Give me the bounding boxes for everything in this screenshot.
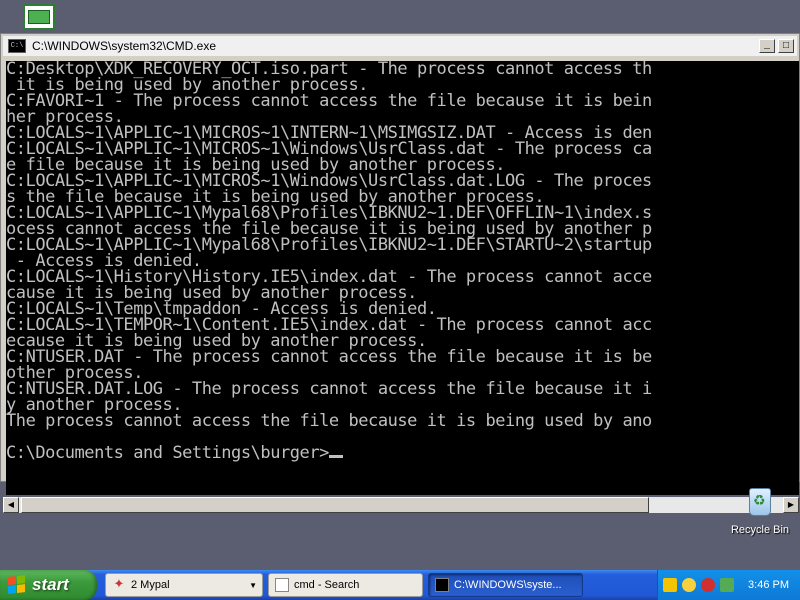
console-window[interactable]: C:\ C:\WINDOWS\system32\CMD.exe _ □ C:De…: [0, 33, 800, 513]
clock[interactable]: 3:46 PM: [748, 579, 789, 591]
shield-icon[interactable]: [663, 578, 677, 592]
cmd-system-icon[interactable]: C:\: [8, 39, 26, 53]
taskbar-item-cmd-window[interactable]: C:\WINDOWS\syste...: [428, 573, 583, 597]
scroll-thumb[interactable]: [21, 497, 649, 513]
window-title: C:\WINDOWS\system32\CMD.exe: [32, 39, 217, 53]
taskbar-item-label: 2 Mypal: [131, 579, 170, 591]
console-line: C:\Documents and Settings\burger>: [6, 443, 329, 463]
minimize-button[interactable]: _: [759, 39, 775, 53]
console-text: C:Desktop\XDK_RECOVERY_OCT.iso.part - Th…: [6, 61, 799, 463]
search-icon: [275, 578, 289, 592]
desktop-shortcut-icon[interactable]: [23, 4, 55, 30]
taskbar-item-label: cmd - Search: [294, 579, 360, 591]
taskbar: start ✦ 2 Mypal ▼ cmd - Search C:\WINDOW…: [0, 570, 800, 600]
mypal-icon: ✦: [113, 577, 125, 592]
shortcut-image: [28, 10, 50, 24]
windows-logo-icon: [8, 575, 26, 595]
taskbar-item-cmd-search[interactable]: cmd - Search: [268, 573, 423, 597]
security-alert-icon[interactable]: [682, 578, 696, 592]
system-tray: 3:46 PM: [657, 570, 800, 600]
recycle-bin-label: Recycle Bin: [730, 524, 790, 536]
taskbar-item-mypal[interactable]: ✦ 2 Mypal ▼: [105, 573, 263, 597]
text-cursor: [328, 455, 343, 458]
horizontal-scrollbar[interactable]: ◀ ▶: [3, 497, 799, 513]
console-output[interactable]: C:Desktop\XDK_RECOVERY_OCT.iso.part - Th…: [6, 61, 799, 495]
start-label: start: [32, 575, 69, 594]
antivirus-icon[interactable]: [701, 578, 715, 592]
chevron-down-icon: ▼: [249, 580, 257, 590]
recycle-bin[interactable]: Recycle Bin: [725, 488, 795, 536]
console-line: The process cannot access the file becau…: [6, 411, 652, 431]
network-icon[interactable]: [720, 578, 734, 592]
recycle-bin-icon[interactable]: [749, 488, 771, 516]
scroll-left-arrow-icon[interactable]: ◀: [3, 497, 19, 513]
maximize-button[interactable]: □: [778, 39, 794, 53]
taskbar-item-label: C:\WINDOWS\syste...: [454, 579, 562, 591]
start-button[interactable]: start: [0, 570, 97, 600]
title-bar[interactable]: C:\ C:\WINDOWS\system32\CMD.exe _ □: [3, 36, 797, 56]
cmd-icon: [435, 578, 449, 592]
